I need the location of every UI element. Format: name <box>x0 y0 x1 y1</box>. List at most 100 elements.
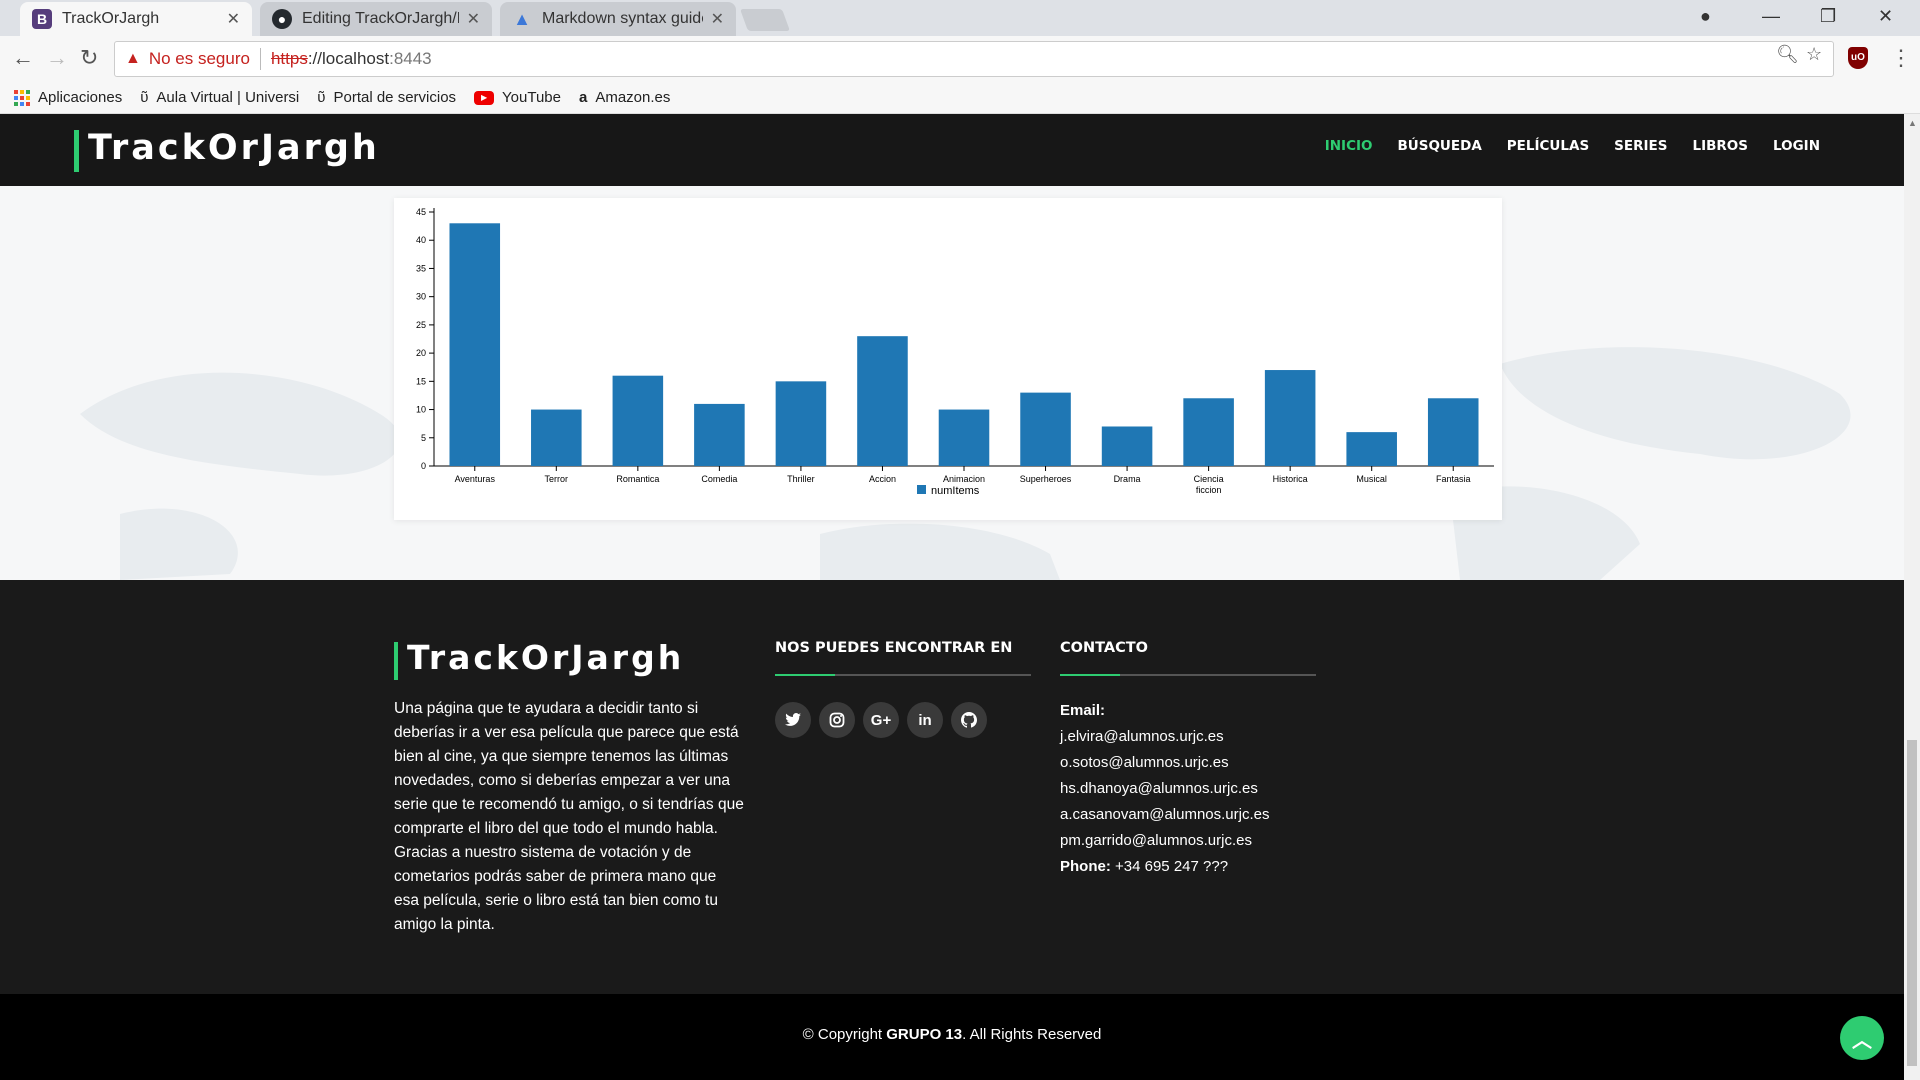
footer-about-text: Una página que te ayudara a decidir tant… <box>394 700 744 933</box>
copyright-bar: © Copyright GRUPO 13. All Rights Reserve… <box>0 994 1904 1080</box>
nav-libros[interactable]: LIBROS <box>1692 138 1748 154</box>
legend-label: numItems <box>931 485 980 497</box>
y-tick-label: 40 <box>416 235 426 245</box>
bookmark-portal[interactable]: ῦ Portal de servicios <box>317 89 456 106</box>
profile-icon[interactable]: ● <box>1700 6 1711 27</box>
nav-peliculas[interactable]: PELÍCULAS <box>1507 138 1589 154</box>
google-plus-icon[interactable]: G+ <box>863 702 899 738</box>
nav-busqueda[interactable]: BÚSQUEDA <box>1397 138 1481 154</box>
menu-icon[interactable]: ⋮ <box>1890 45 1912 71</box>
chart-card: 0 5 10 15 20 25 30 35 40 45 Aventuras Terror Romanti… <box>394 198 1502 520</box>
bookmark-aula-virtual[interactable]: ῦ Aula Virtual | Universi <box>140 89 299 106</box>
social-links: G+ in <box>775 702 987 738</box>
bar <box>612 375 664 466</box>
bookmark-apps[interactable]: Aplicaciones <box>14 89 122 106</box>
tab-trackorjargh[interactable]: B TrackOrJargh ✕ <box>20 2 252 36</box>
page-scrollbar[interactable]: ▲ <box>1904 114 1920 1080</box>
security-label: No es seguro <box>148 49 250 68</box>
new-tab-button[interactable] <box>739 9 791 31</box>
bar <box>1101 426 1153 466</box>
tab-editing-readme[interactable]: ● Editing TrackOrJargh/RE ✕ <box>260 2 492 36</box>
address-bar[interactable]: ▲ No es seguro https ://localhost :8443 <box>114 41 1834 77</box>
url-port: :8443 <box>389 49 432 68</box>
y-tick-label: 25 <box>416 320 426 330</box>
triangle-favicon-icon: ▲ <box>513 8 531 29</box>
instagram-icon[interactable] <box>819 702 855 738</box>
bookmark-amazon[interactable]: a Amazon.es <box>579 89 670 106</box>
close-window-icon[interactable]: ✕ <box>1878 6 1893 27</box>
ublock-extension-icon[interactable]: uO <box>1848 47 1868 69</box>
scroll-up-arrow-icon[interactable]: ▲ <box>1908 118 1917 128</box>
nav-login[interactable]: LOGIN <box>1773 138 1820 154</box>
bar <box>775 381 827 466</box>
x-tick-label: Historica <box>1273 474 1308 484</box>
bar <box>1346 432 1397 466</box>
x-tick-label: Musical <box>1356 474 1387 484</box>
bookmark-youtube[interactable]: ▶ YouTube <box>474 89 561 106</box>
copyright-group: GRUPO 13 <box>886 1026 963 1043</box>
y-tick-label: 20 <box>416 348 426 358</box>
y-tick-label: 10 <box>416 405 426 415</box>
reload-icon[interactable]: ↻ <box>80 45 98 71</box>
amazon-icon: a <box>579 89 588 106</box>
contact-email[interactable]: a.casanovam@alumnos.urjc.es <box>1060 802 1270 828</box>
contact-heading: CONTACTO <box>1060 640 1148 656</box>
x-tick-label: Animacion <box>943 474 985 484</box>
tab-title: Markdown syntax guide <box>542 10 703 27</box>
close-tab-icon[interactable]: ✕ <box>467 9 480 29</box>
twitter-icon[interactable] <box>775 702 811 738</box>
tab-markdown-guide[interactable]: ▲ Markdown syntax guide ✕ <box>500 2 736 36</box>
url-host: ://localhost <box>307 49 390 68</box>
tab-title: Editing TrackOrJargh/RE <box>302 10 459 27</box>
restore-icon[interactable]: ❐ <box>1820 6 1836 27</box>
contact-email[interactable]: j.elvira@alumnos.urjc.es <box>1060 724 1270 750</box>
x-tick-label: Terror <box>545 474 569 484</box>
bookmarks-bar: Aplicaciones ῦ Aula Virtual | Universi ῦ… <box>0 82 1920 114</box>
y-tick-label: 35 <box>416 263 426 273</box>
bar <box>531 409 582 466</box>
y-tick-label: 0 <box>421 461 426 471</box>
nav-series[interactable]: SERIES <box>1614 138 1667 154</box>
x-tick-label: Ciencia <box>1194 474 1224 484</box>
x-tick-label: Thriller <box>787 474 815 484</box>
zoom-icon[interactable]: 🔍︎ <box>1776 44 1799 65</box>
urjc-icon: ῦ <box>140 89 149 106</box>
browser-toolbar: ← → ↻ ▲ No es seguro https ://localhost … <box>0 36 1920 82</box>
scroll-to-top-button[interactable]: ︿ <box>1840 1016 1884 1060</box>
scrollbar-thumb[interactable] <box>1907 740 1917 1066</box>
y-tick-label: 30 <box>416 292 426 302</box>
browser-tabstrip: B TrackOrJargh ✕ ● Editing TrackOrJargh/… <box>0 0 1920 36</box>
genre-bar-chart: 0 5 10 15 20 25 30 35 40 45 Aventuras Terror Romanti… <box>416 207 1494 497</box>
contact-heading-rule <box>1060 674 1316 676</box>
forward-icon[interactable]: → <box>46 45 68 71</box>
bar <box>938 409 990 466</box>
back-icon[interactable]: ← <box>12 45 34 71</box>
url-scheme: https <box>270 49 308 68</box>
chevron-up-icon: ︿ <box>1852 1029 1872 1052</box>
x-tick-label: Fantasia <box>1436 474 1471 484</box>
minimize-icon[interactable]: — <box>1762 6 1780 27</box>
x-tick-label: Accion <box>869 474 896 484</box>
close-tab-icon[interactable]: ✕ <box>711 9 724 29</box>
bootstrap-favicon-icon: B <box>32 9 52 29</box>
apps-grid-icon <box>14 89 30 106</box>
warning-icon: ▲ <box>125 50 141 67</box>
site-logo[interactable]: TrackOrJargh <box>88 128 380 168</box>
contact-email[interactable]: pm.garrido@alumnos.urjc.es <box>1060 828 1270 854</box>
social-heading: NOS PUEDES ENCONTRAR EN <box>775 640 1013 656</box>
page-viewport: 0 5 10 15 20 25 30 35 40 45 Aventuras Terror Romanti… <box>0 114 1904 1080</box>
bar <box>694 403 745 466</box>
social-heading-rule <box>775 674 1031 676</box>
bookmark-label: Aula Virtual | Universi <box>156 89 300 106</box>
x-tick-label: ficcion <box>1196 485 1222 495</box>
github-icon[interactable] <box>951 702 987 738</box>
x-tick-label: Drama <box>1114 474 1141 484</box>
nav-inicio[interactable]: INICIO <box>1325 138 1373 154</box>
contact-email[interactable]: hs.dhanoya@alumnos.urjc.es <box>1060 776 1270 802</box>
close-tab-icon[interactable]: ✕ <box>227 9 240 29</box>
contact-email[interactable]: o.sotos@alumnos.urjc.es <box>1060 750 1270 776</box>
star-icon[interactable]: ☆ <box>1806 44 1822 65</box>
main-nav: INICIO BÚSQUEDA PELÍCULAS SERIES LIBROS … <box>1325 138 1820 154</box>
bookmark-label: Aplicaciones <box>38 89 123 106</box>
linkedin-icon[interactable]: in <box>907 702 943 738</box>
